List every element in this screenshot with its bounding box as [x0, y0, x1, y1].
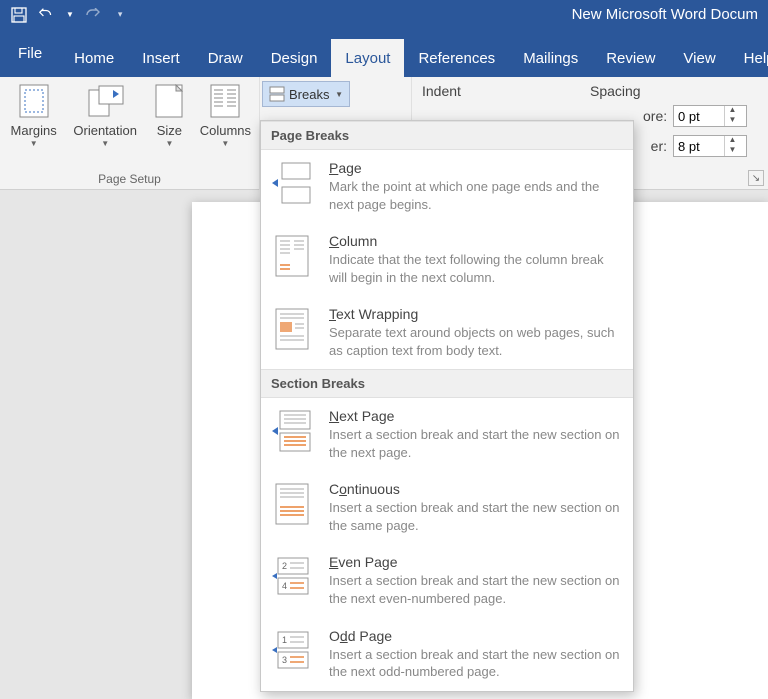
margins-label: Margins [11, 123, 57, 138]
chevron-down-icon: ▼ [335, 90, 343, 99]
menu-item-desc: Insert a section break and start the new… [329, 499, 621, 534]
menu-item-title: Page [329, 160, 621, 176]
chevron-down-icon: ▼ [101, 139, 109, 148]
margins-button[interactable]: Margins ▼ [8, 83, 59, 148]
spacing-before-input[interactable] [674, 109, 724, 124]
chevron-down-icon: ▼ [30, 139, 38, 148]
tab-help[interactable]: Help [730, 39, 768, 77]
breaks-dropdown-button[interactable]: Breaks ▼ [262, 81, 350, 107]
svg-text:1: 1 [282, 635, 287, 645]
menu-item-title: Next Page [329, 408, 621, 424]
menu-item-desc: Separate text around objects on web page… [329, 324, 621, 359]
document-title: New Microsoft Word Docum [122, 6, 768, 23]
tab-view[interactable]: View [669, 39, 729, 77]
tab-file[interactable]: File [0, 29, 60, 77]
tab-home[interactable]: Home [60, 39, 128, 77]
breaks-dropdown-menu: Page Breaks Page Mark the point at which… [260, 120, 634, 692]
continuous-icon [271, 481, 313, 534]
menu-item-text-wrapping[interactable]: Text Wrapping Separate text around objec… [261, 296, 633, 369]
menu-item-title: Text Wrapping [329, 306, 621, 322]
spin-down-icon[interactable]: ▼ [725, 116, 740, 126]
svg-text:3: 3 [282, 655, 287, 665]
menu-item-desc: Indicate that the text following the col… [329, 251, 621, 286]
chevron-down-icon: ▼ [221, 139, 229, 148]
spacing-before-label: ore: [643, 108, 673, 124]
chevron-down-icon: ▼ [165, 139, 173, 148]
menu-item-desc: Insert a section break and start the new… [329, 572, 621, 607]
tab-review[interactable]: Review [592, 39, 669, 77]
undo-icon[interactable] [38, 6, 56, 24]
tab-mailings[interactable]: Mailings [509, 39, 592, 77]
spacing-after-input[interactable] [674, 139, 724, 154]
odd-page-icon: 13 [271, 628, 313, 681]
menu-item-title: Column [329, 233, 621, 249]
tab-draw[interactable]: Draw [194, 39, 257, 77]
breaks-icon [269, 86, 285, 102]
menu-item-desc: Insert a section break and start the new… [329, 646, 621, 681]
menu-item-column-break[interactable]: Column Indicate that the text following … [261, 223, 633, 296]
menu-item-even-page[interactable]: 24 Even Page Insert a section break and … [261, 544, 633, 617]
quick-access-toolbar: ▼ ▾ [0, 6, 122, 24]
size-button[interactable]: Size ▼ [151, 83, 188, 148]
orientation-label: Orientation [73, 123, 137, 138]
columns-button[interactable]: Columns ▼ [200, 83, 251, 148]
menu-item-odd-page[interactable]: 13 Odd Page Insert a section break and s… [261, 618, 633, 691]
menu-header-section-breaks: Section Breaks [261, 369, 633, 398]
spacing-after-spinner[interactable]: ▲▼ [673, 135, 747, 157]
menu-item-page-break[interactable]: Page Mark the point at which one page en… [261, 150, 633, 223]
title-bar: ▼ ▾ New Microsoft Word Docum [0, 0, 768, 29]
orientation-icon [85, 83, 125, 119]
columns-icon [210, 83, 240, 119]
group-page-setup: Margins ▼ Orientation ▼ Size ▼ [0, 77, 260, 190]
menu-item-title: Odd Page [329, 628, 621, 644]
spacing-after-label: er: [643, 138, 673, 154]
dialog-launcher-icon[interactable]: ↘ [748, 170, 764, 186]
tab-references[interactable]: References [404, 39, 509, 77]
redo-icon[interactable] [84, 6, 102, 24]
menu-item-desc: Mark the point at which one page ends an… [329, 178, 621, 213]
tab-design[interactable]: Design [257, 39, 332, 77]
columns-label: Columns [200, 123, 251, 138]
menu-item-next-page[interactable]: Next Page Insert a section break and sta… [261, 398, 633, 471]
page-break-icon [271, 160, 313, 213]
svg-text:2: 2 [282, 561, 287, 571]
text-wrap-icon [271, 306, 313, 359]
menu-item-title: Even Page [329, 554, 621, 570]
column-break-icon [271, 233, 313, 286]
even-page-icon: 24 [271, 554, 313, 607]
menu-item-desc: Insert a section break and start the new… [329, 426, 621, 461]
orientation-button[interactable]: Orientation ▼ [71, 83, 139, 148]
qat-customize-icon[interactable]: ▾ [112, 9, 123, 20]
save-icon[interactable] [10, 6, 28, 24]
menu-item-continuous[interactable]: Continuous Insert a section break and st… [261, 471, 633, 544]
spacing-before-spinner[interactable]: ▲▼ [673, 105, 747, 127]
size-label: Size [157, 123, 182, 138]
tab-layout[interactable]: Layout [331, 39, 404, 77]
tab-insert[interactable]: Insert [128, 39, 194, 77]
menu-item-title: Continuous [329, 481, 621, 497]
next-page-icon [271, 408, 313, 461]
ribbon-tab-bar: File Home Insert Draw Design Layout Refe… [0, 29, 768, 77]
margins-icon [19, 83, 49, 119]
menu-header-page-breaks: Page Breaks [261, 121, 633, 150]
group-label-page-setup: Page Setup [0, 172, 259, 186]
breaks-label: Breaks [289, 87, 329, 102]
spin-down-icon[interactable]: ▼ [725, 146, 740, 156]
svg-text:4: 4 [282, 581, 287, 591]
indent-header: Indent [422, 83, 590, 99]
spacing-header: Spacing [590, 83, 758, 99]
undo-dropdown-icon[interactable]: ▼ [66, 10, 74, 19]
size-icon [155, 83, 183, 119]
